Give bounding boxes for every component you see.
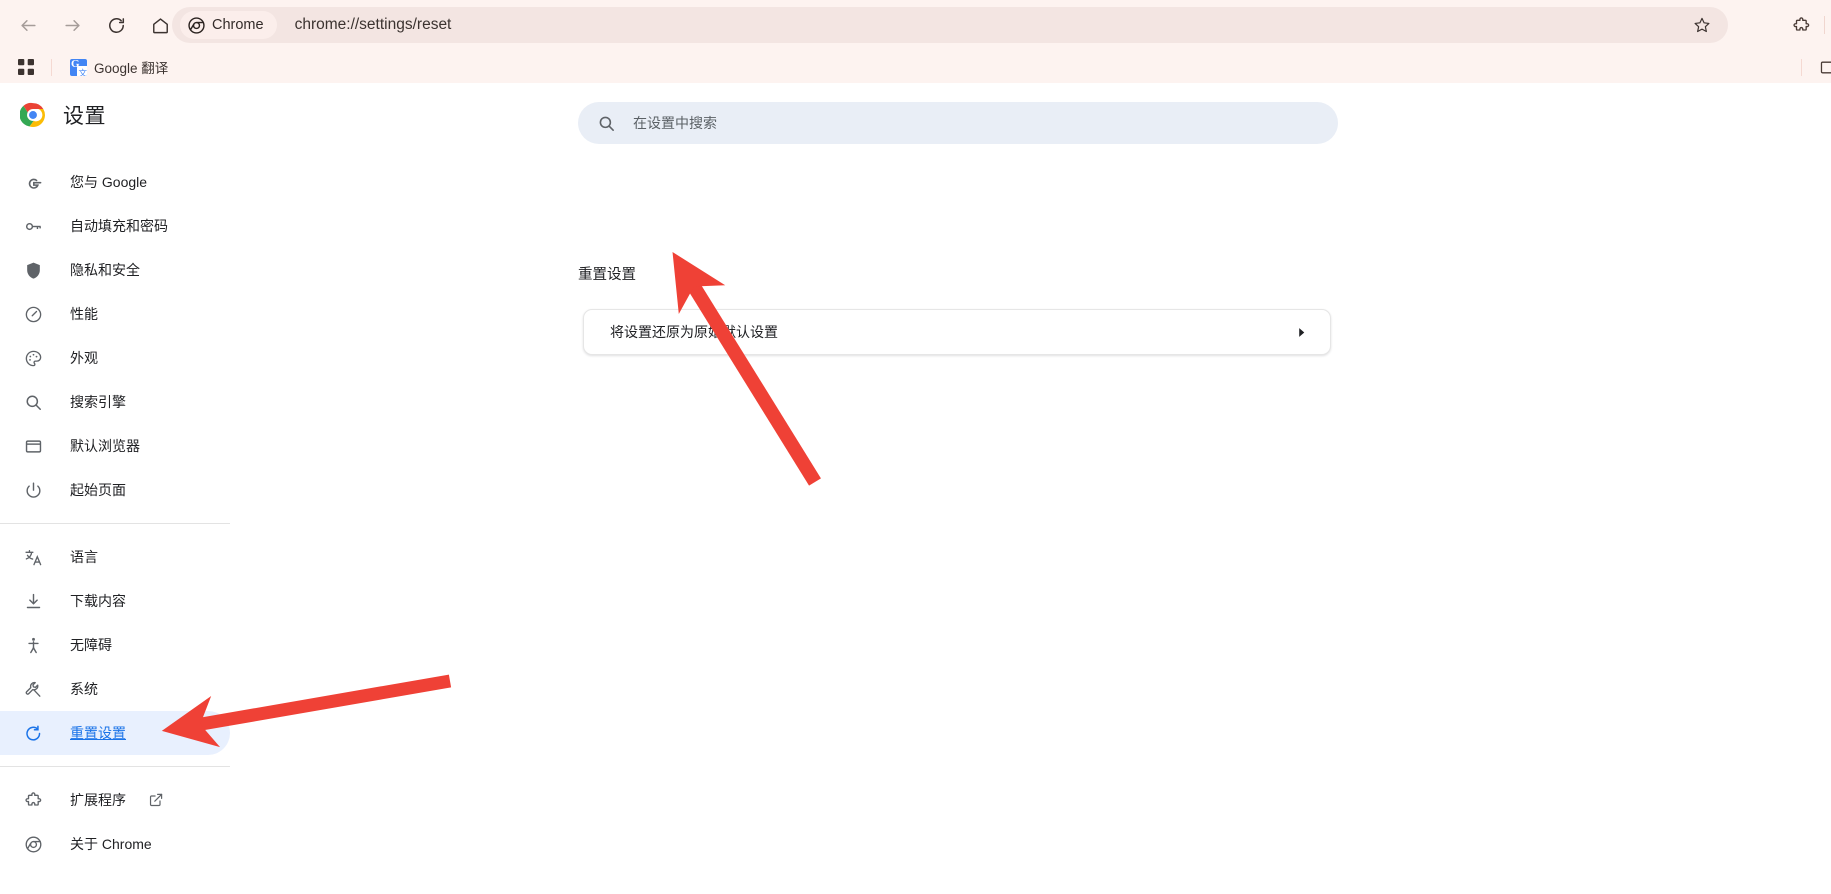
- sidebar-item-label: 扩展程序: [70, 792, 126, 808]
- home-icon: [152, 18, 168, 34]
- sidebar-item-reset-settings[interactable]: 重置设置: [0, 711, 230, 755]
- sidebar-item-label: 外观: [70, 350, 98, 366]
- bookmark-item-google-translate[interactable]: 文 Google 翻译: [63, 54, 175, 80]
- star-icon: [1694, 17, 1710, 33]
- search-icon: [22, 391, 44, 413]
- settings-page: 设置 您与 Google 自动填充和密码 隐私和安全 性能 外观 搜索引擎 默认…: [0, 83, 1831, 894]
- sidebar-item-label: 搜索引擎: [70, 394, 126, 410]
- sidebar-item-label: 隐私和安全: [70, 262, 140, 278]
- sidebar-item-default-browser[interactable]: 默认浏览器: [0, 424, 230, 468]
- settings-main-content: 重置设置 将设置还原为原始默认设置: [272, 83, 1831, 894]
- reset-icon: [22, 722, 44, 744]
- apps-grid-button[interactable]: [12, 53, 40, 81]
- bookmark-star-button[interactable]: [1686, 9, 1718, 41]
- download-icon: [22, 590, 44, 612]
- reload-button[interactable]: [98, 8, 134, 44]
- sidebar-nav-group-1: 您与 Google 自动填充和密码 隐私和安全 性能 外观 搜索引擎 默认浏览器…: [0, 160, 272, 512]
- address-bar[interactable]: Chrome chrome://settings/reset: [172, 7, 1728, 43]
- puzzle-icon: [22, 789, 44, 811]
- settings-header: 设置: [0, 83, 272, 147]
- restore-defaults-row[interactable]: 将设置还原为原始默认设置: [583, 309, 1331, 355]
- power-icon: [22, 479, 44, 501]
- extensions-button[interactable]: [1784, 8, 1818, 42]
- key-icon: [22, 215, 44, 237]
- sidebar-item-label: 关于 Chrome: [70, 836, 152, 852]
- browser-toolbar: Chrome chrome://settings/reset: [0, 0, 1831, 51]
- apps-grid-icon: [18, 59, 34, 75]
- sidebar-item-downloads[interactable]: 下载内容: [0, 579, 230, 623]
- settings-search-wrap: [578, 102, 1338, 144]
- sidebar-item-performance[interactable]: 性能: [0, 292, 230, 336]
- sidebar-item-languages[interactable]: 语言: [0, 535, 230, 579]
- bookmarks-overflow-area: [1790, 51, 1831, 83]
- chrome-logo-icon: [20, 102, 45, 128]
- shield-icon: [22, 259, 44, 281]
- chrome-icon: [188, 16, 205, 34]
- bookmark-label: Google 翻译: [94, 61, 169, 76]
- settings-title: 设置: [63, 105, 106, 128]
- open-in-new-icon: [148, 792, 164, 808]
- sidebar-item-label: 下载内容: [70, 593, 126, 609]
- toolbar-right-actions: [1784, 7, 1831, 43]
- back-button[interactable]: [10, 8, 46, 44]
- toolbar-separator: [1824, 16, 1825, 34]
- page-title: 重置设置: [578, 267, 636, 283]
- palette-icon: [22, 347, 44, 369]
- translate-icon: [22, 546, 44, 568]
- forward-arrow-icon: [64, 19, 80, 32]
- window-icon: [22, 435, 44, 457]
- sidebar-item-autofill-passwords[interactable]: 自动填充和密码: [0, 204, 230, 248]
- sidebar-item-label: 起始页面: [70, 482, 126, 498]
- sidebar-item-label: 系统: [70, 681, 98, 697]
- sidebar-item-about-chrome[interactable]: 关于 Chrome: [0, 822, 230, 866]
- omnibox-chrome-chip: Chrome: [180, 11, 277, 39]
- sidebar-item-you-and-google[interactable]: 您与 Google: [0, 160, 230, 204]
- chrome-outline-icon: [22, 833, 44, 855]
- sidebar-item-label: 重置设置: [70, 725, 126, 741]
- sidebar-item-label: 无障碍: [70, 637, 112, 653]
- sidebar-item-system[interactable]: 系统: [0, 667, 230, 711]
- settings-sidebar: 设置 您与 Google 自动填充和密码 隐私和安全 性能 外观 搜索引擎 默认…: [0, 83, 272, 894]
- wrench-icon: [22, 678, 44, 700]
- settings-search-box[interactable]: [578, 102, 1338, 144]
- sidebar-item-appearance[interactable]: 外观: [0, 336, 230, 380]
- sidebar-item-label: 默认浏览器: [70, 438, 140, 454]
- omnibox-url-text: chrome://settings/reset: [294, 16, 452, 33]
- restore-defaults-label: 将设置还原为原始默认设置: [610, 324, 778, 340]
- back-arrow-icon: [20, 19, 36, 32]
- search-input[interactable]: [633, 115, 1263, 131]
- speedometer-icon: [22, 303, 44, 325]
- bookmarks-bar: 文 Google 翻译: [0, 51, 1831, 83]
- search-icon: [597, 114, 616, 133]
- forward-button[interactable]: [54, 8, 90, 44]
- sidebar-item-privacy-security[interactable]: 隐私和安全: [0, 248, 230, 292]
- sidebar-item-label: 语言: [70, 549, 98, 565]
- sidebar-item-extensions[interactable]: 扩展程序: [0, 778, 230, 822]
- sidebar-item-label: 自动填充和密码: [70, 218, 168, 234]
- reload-icon: [108, 18, 124, 33]
- accessibility-icon: [22, 634, 44, 656]
- chevron-right-icon: [1295, 326, 1308, 339]
- bookmarks-separator: [51, 58, 52, 76]
- omnibox-chip-label: Chrome: [212, 17, 264, 33]
- sidebar-item-label: 性能: [70, 306, 98, 322]
- sidebar-item-search-engine[interactable]: 搜索引擎: [0, 380, 230, 424]
- sidebar-item-accessibility[interactable]: 无障碍: [0, 623, 230, 667]
- sidebar-nav-group-2: 语言 下载内容 无障碍 系统 重置设置: [0, 535, 272, 755]
- sidebar-nav-group-3: 扩展程序 关于 Chrome: [0, 778, 272, 866]
- sidebar-divider-2: [0, 766, 230, 767]
- folder-outline-icon: [1820, 61, 1831, 73]
- google-translate-icon: 文: [70, 58, 87, 76]
- sidebar-item-on-startup[interactable]: 起始页面: [0, 468, 230, 512]
- bookmarks-right-separator: [1801, 58, 1802, 76]
- sidebar-divider-1: [0, 523, 230, 524]
- all-bookmarks-button[interactable]: [1813, 53, 1831, 81]
- google-g-icon: [22, 171, 44, 193]
- puzzle-icon: [1792, 16, 1809, 31]
- sidebar-item-label: 您与 Google: [70, 174, 148, 190]
